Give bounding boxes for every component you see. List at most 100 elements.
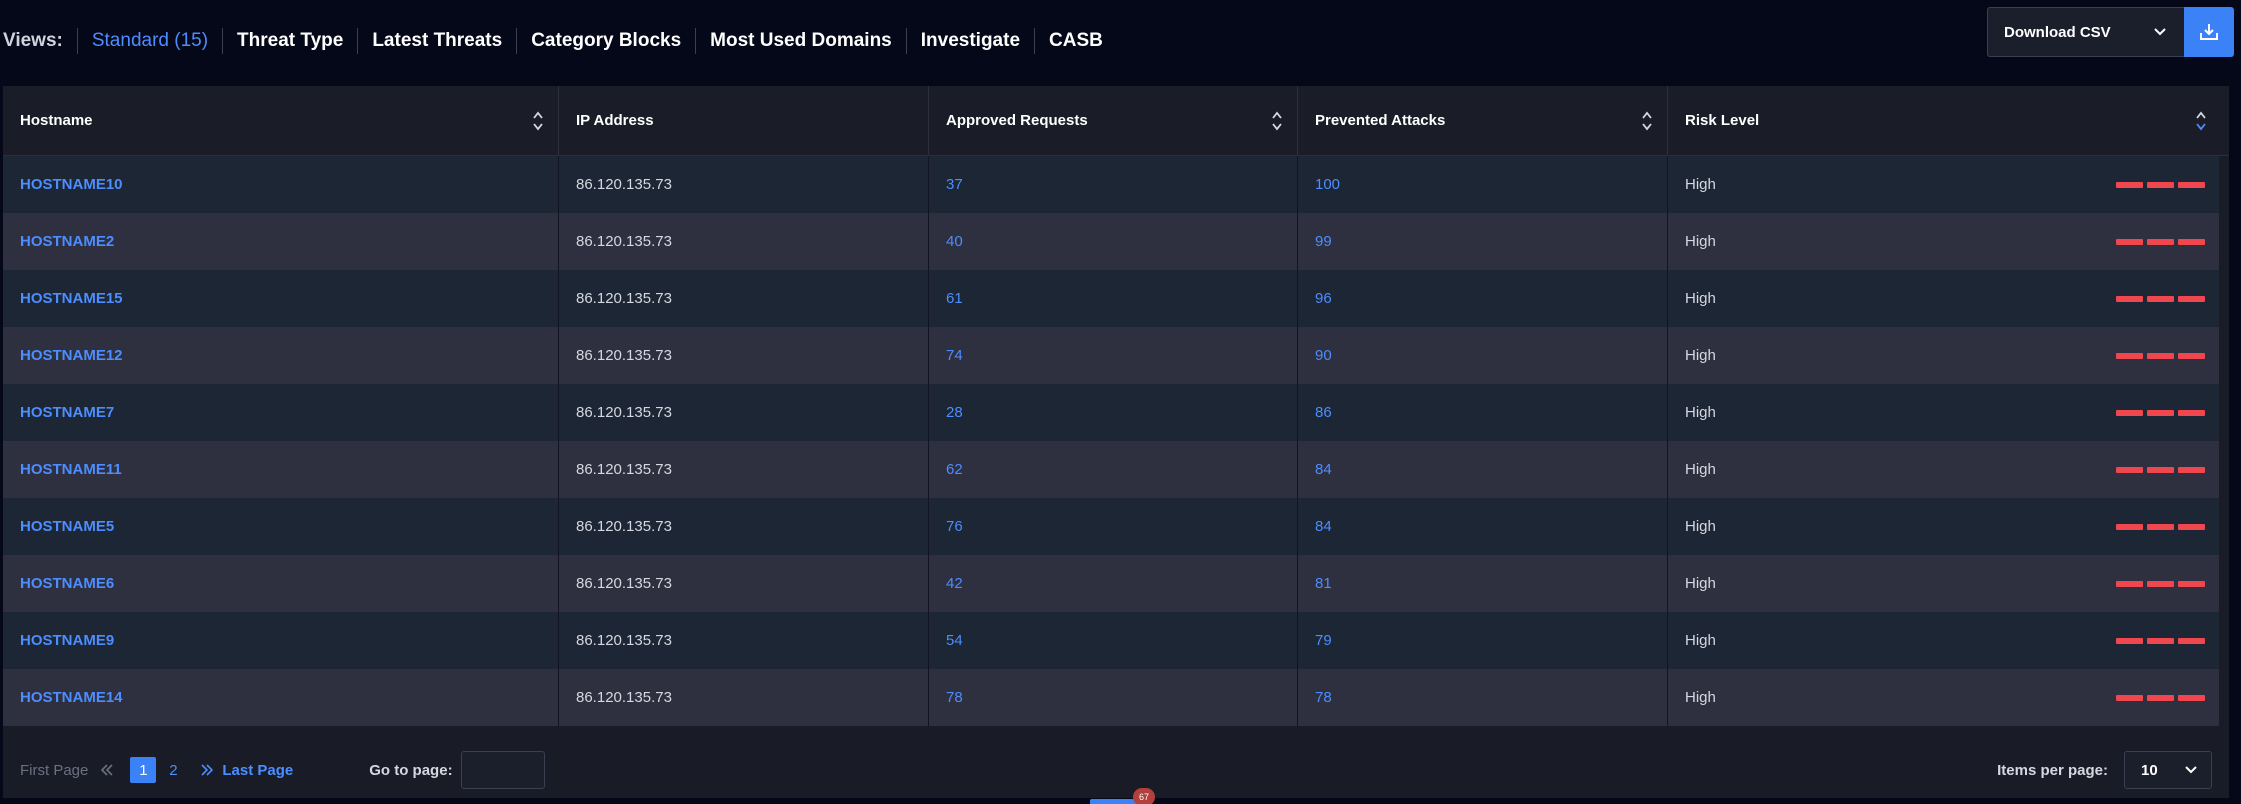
risk-bar: [2147, 638, 2174, 644]
risk-level-text: High: [1685, 689, 1716, 706]
ip-address-cell: 86.120.135.73: [559, 270, 929, 327]
risk-bar: [2116, 239, 2143, 245]
hostname-link[interactable]: HOSTNAME5: [20, 518, 114, 535]
items-per-page-value: 10: [2141, 761, 2158, 779]
page-1-button[interactable]: 1: [130, 757, 157, 783]
approved-requests-cell: 62: [929, 441, 1298, 498]
approved-requests-link[interactable]: 40: [946, 233, 963, 250]
prevented-attacks-link[interactable]: 86: [1315, 404, 1332, 421]
hostname-link[interactable]: HOSTNAME7: [20, 404, 114, 421]
view-tab-standard[interactable]: Standard (15): [76, 28, 222, 54]
hostname-cell: HOSTNAME2: [3, 213, 559, 270]
risk-bar: [2116, 638, 2143, 644]
hostname-cell: HOSTNAME9: [3, 612, 559, 669]
hostname-link[interactable]: HOSTNAME11: [20, 461, 122, 478]
page-2-button[interactable]: 2: [160, 757, 186, 783]
chevron-down-icon: [2154, 28, 2166, 36]
column-header-prevented-attacks[interactable]: Prevented Attacks: [1298, 86, 1668, 155]
prevented-attacks-link[interactable]: 90: [1315, 347, 1332, 364]
approved-requests-link[interactable]: 28: [946, 404, 963, 421]
approved-requests-link[interactable]: 42: [946, 575, 963, 592]
sort-icon[interactable]: [532, 110, 544, 132]
risk-bar: [2116, 296, 2143, 302]
risk-level-text: High: [1685, 575, 1716, 592]
approved-requests-link[interactable]: 78: [946, 689, 963, 706]
view-tab-latest-threats[interactable]: Latest Threats: [357, 28, 516, 54]
risk-level-indicator: [2116, 296, 2205, 302]
risk-level-indicator: [2116, 467, 2205, 473]
view-tab-investigate[interactable]: Investigate: [905, 28, 1034, 54]
prevented-attacks-link[interactable]: 84: [1315, 518, 1332, 535]
download-csv-control: Download CSV: [1987, 7, 2234, 57]
risk-level-cell: High: [1668, 441, 2221, 498]
first-page-link[interactable]: First Page: [20, 762, 88, 779]
ip-address-text: 86.120.135.73: [576, 518, 672, 535]
prevented-attacks-link[interactable]: 79: [1315, 632, 1332, 649]
approved-requests-cell: 40: [929, 213, 1298, 270]
approved-requests-link[interactable]: 74: [946, 347, 963, 364]
hostname-link[interactable]: HOSTNAME9: [20, 632, 114, 649]
hostname-cell: HOSTNAME11: [3, 441, 559, 498]
prevented-attacks-link[interactable]: 100: [1315, 176, 1340, 193]
hostname-cell: HOSTNAME5: [3, 498, 559, 555]
table-row: HOSTNAME14 86.120.135.73 78 78 High: [3, 669, 2229, 726]
download-csv-dropdown[interactable]: Download CSV: [1987, 7, 2184, 57]
prevented-attacks-cell: 96: [1298, 270, 1668, 327]
approved-requests-link[interactable]: 54: [946, 632, 963, 649]
next-page-button[interactable]: [200, 763, 214, 777]
risk-level-indicator: [2116, 410, 2205, 416]
prevented-attacks-link[interactable]: 81: [1315, 575, 1332, 592]
hostname-cell: HOSTNAME7: [3, 384, 559, 441]
column-header-risk-level[interactable]: Risk Level: [1668, 86, 2221, 155]
ip-address-cell: 86.120.135.73: [559, 498, 929, 555]
sort-icon[interactable]: [1271, 110, 1283, 132]
column-header-approved-requests[interactable]: Approved Requests: [929, 86, 1298, 155]
vertical-scrollbar[interactable]: [2219, 156, 2229, 742]
hosts-table: Hostname IP Address Approved Requests Pr…: [3, 86, 2229, 798]
risk-bar: [2178, 467, 2205, 473]
risk-bar: [2178, 695, 2205, 701]
column-header-hostname[interactable]: Hostname: [3, 86, 559, 155]
ip-address-text: 86.120.135.73: [576, 632, 672, 649]
prevented-attacks-link[interactable]: 99: [1315, 233, 1332, 250]
table-row: HOSTNAME7 86.120.135.73 28 86 High: [3, 384, 2229, 441]
last-page-link[interactable]: Last Page: [222, 762, 293, 779]
download-button[interactable]: [2184, 7, 2234, 57]
hostname-link[interactable]: HOSTNAME12: [20, 347, 123, 364]
hostname-link[interactable]: HOSTNAME10: [20, 176, 123, 193]
items-per-page-select[interactable]: 10: [2124, 751, 2212, 789]
prevented-attacks-cell: 81: [1298, 555, 1668, 612]
column-header-ip-address: IP Address: [559, 86, 929, 155]
table-header: Hostname IP Address Approved Requests Pr…: [3, 86, 2229, 156]
risk-bar: [2147, 467, 2174, 473]
view-tab-category-blocks[interactable]: Category Blocks: [516, 28, 695, 54]
hostname-link[interactable]: HOSTNAME14: [20, 689, 123, 706]
sort-desc-icon[interactable]: [2195, 110, 2207, 132]
hostname-link[interactable]: HOSTNAME2: [20, 233, 114, 250]
approved-requests-link[interactable]: 76: [946, 518, 963, 535]
prevented-attacks-link[interactable]: 84: [1315, 461, 1332, 478]
approved-requests-link[interactable]: 61: [946, 290, 963, 307]
risk-level-cell: High: [1668, 213, 2221, 270]
table-row: HOSTNAME12 86.120.135.73 74 90 High: [3, 327, 2229, 384]
view-tab-casb[interactable]: CASB: [1034, 28, 1117, 54]
risk-bar: [2147, 410, 2174, 416]
go-to-page-input[interactable]: [460, 751, 545, 789]
view-tab-most-used-domains[interactable]: Most Used Domains: [695, 28, 906, 54]
sort-icon[interactable]: [1641, 110, 1653, 132]
approved-requests-link[interactable]: 62: [946, 461, 963, 478]
risk-level-indicator: [2116, 638, 2205, 644]
approved-requests-link[interactable]: 37: [946, 176, 963, 193]
risk-bar: [2116, 410, 2143, 416]
previous-page-button[interactable]: [100, 763, 114, 777]
hostname-link[interactable]: HOSTNAME6: [20, 575, 114, 592]
hostname-link[interactable]: HOSTNAME15: [20, 290, 123, 307]
risk-bar: [2116, 524, 2143, 530]
view-tab-threat-type[interactable]: Threat Type: [222, 28, 357, 54]
prevented-attacks-link[interactable]: 96: [1315, 290, 1332, 307]
ip-address-cell: 86.120.135.73: [559, 441, 929, 498]
risk-bar: [2147, 182, 2174, 188]
hostname-cell: HOSTNAME6: [3, 555, 559, 612]
risk-level-cell: High: [1668, 498, 2221, 555]
prevented-attacks-link[interactable]: 78: [1315, 689, 1332, 706]
